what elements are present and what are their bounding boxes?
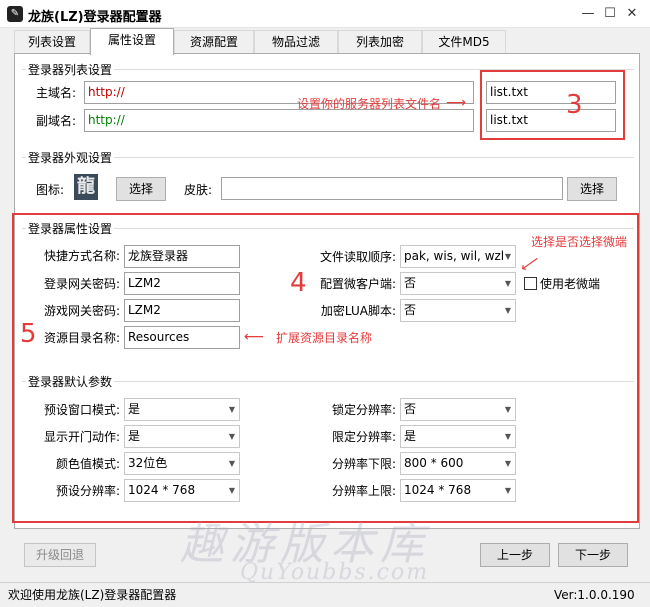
- window-title: 龙族(LZ)登录器配置器: [28, 10, 162, 25]
- annotation-resource-text: 扩展资源目录名称: [276, 331, 373, 345]
- color-mode-label: 颜色值模式:: [55, 457, 120, 471]
- app-logo-icon: ✎: [7, 6, 23, 22]
- resolution-max-value: 1024 * 768: [404, 483, 472, 497]
- door-animation-label: 显示开门动作:: [43, 430, 120, 444]
- resolution-max-label: 分辨率上限:: [331, 484, 396, 498]
- tab-resource-config[interactable]: 资源配置: [174, 30, 254, 54]
- resolution-min-value: 800 * 600: [404, 456, 464, 470]
- icon-select-button[interactable]: 选择: [116, 177, 166, 201]
- preset-resolution-select[interactable]: 1024 * 768 ▼: [124, 479, 240, 502]
- game-gateway-password-input[interactable]: LZM2: [124, 299, 240, 322]
- login-gateway-password-label: 登录网关密码:: [43, 277, 120, 291]
- resolution-min-label: 分辨率下限:: [331, 457, 396, 471]
- encrypt-lua-value: 否: [404, 303, 417, 317]
- file-read-order-label: 文件读取顺序:: [319, 250, 396, 264]
- chevron-down-icon: ▼: [504, 459, 511, 468]
- use-old-micro-checkbox[interactable]: [524, 277, 537, 290]
- encrypt-lua-label: 加密LUA脚本:: [320, 304, 396, 318]
- previous-step-button[interactable]: 上一步: [480, 543, 550, 567]
- use-old-micro-label: 使用老微端: [540, 277, 601, 291]
- minimize-icon[interactable]: —: [578, 4, 598, 24]
- tab-property-settings[interactable]: 属性设置: [90, 28, 174, 55]
- properties-group: 登录器属性设置: [22, 220, 634, 237]
- chevron-down-icon: ▼: [228, 432, 235, 441]
- next-step-button[interactable]: 下一步: [558, 543, 628, 567]
- micro-client-select[interactable]: 否 ▼: [400, 272, 516, 295]
- micro-client-value: 否: [404, 276, 417, 290]
- defaults-group-title: 登录器默认参数: [26, 373, 115, 390]
- preset-window-mode-value: 是: [128, 402, 141, 416]
- color-mode-select[interactable]: 32位色 ▼: [124, 452, 240, 475]
- resource-directory-input[interactable]: Resources: [124, 326, 240, 349]
- door-animation-value: 是: [128, 429, 141, 443]
- chevron-down-icon: ▼: [228, 486, 235, 495]
- icon-label: 图标:: [36, 183, 65, 197]
- chevron-down-icon: ▼: [504, 432, 511, 441]
- defaults-group: 登录器默认参数: [22, 373, 634, 390]
- shortcut-name-input[interactable]: 龙族登录器: [124, 245, 240, 268]
- chevron-down-icon: ▼: [504, 306, 511, 315]
- tab-list-settings[interactable]: 列表设置: [14, 30, 90, 54]
- annotation-server-list-text: 设置你的服务器列表文件名: [297, 97, 442, 111]
- micro-client-label: 配置微客户端:: [319, 277, 396, 291]
- close-icon[interactable]: ✕: [622, 4, 642, 24]
- door-animation-select[interactable]: 是 ▼: [124, 425, 240, 448]
- main-domain-label: 主域名:: [36, 86, 77, 100]
- preset-resolution-label: 预设分辨率:: [55, 484, 120, 498]
- annotation-number-4: 4: [290, 268, 307, 298]
- maximize-icon[interactable]: ☐: [600, 4, 620, 24]
- chevron-down-icon: ▼: [228, 405, 235, 414]
- skin-select-button[interactable]: 选择: [567, 177, 617, 201]
- status-bar: 欢迎使用龙族(LZ)登录器配置器 Ver:1.0.0.190: [0, 582, 650, 607]
- server-list-group-title: 登录器列表设置: [26, 61, 115, 78]
- annotation-micro-text: 选择是否选择微端: [531, 235, 628, 249]
- resolution-min-select[interactable]: 800 * 600 ▼: [400, 452, 516, 475]
- annotation-box-server-list: [480, 70, 625, 140]
- limit-resolution-label: 限定分辨率:: [331, 430, 396, 444]
- annotation-arrow-left-icon: ⟵: [244, 329, 265, 345]
- chevron-down-icon: ▼: [504, 486, 511, 495]
- shortcut-name-label: 快捷方式名称:: [43, 249, 120, 263]
- version-text: Ver:1.0.0.190: [554, 588, 635, 602]
- appearance-group-title: 登录器外观设置: [26, 149, 115, 166]
- tab-list-encrypt[interactable]: 列表加密: [338, 30, 422, 54]
- lock-resolution-label: 锁定分辨率:: [331, 403, 396, 417]
- lock-resolution-value: 否: [404, 402, 417, 416]
- color-mode-value: 32位色: [128, 456, 168, 470]
- file-read-order-value: pak, wis, wil, wzl: [404, 249, 505, 263]
- annotation-arrow-right-icon: ⟶: [446, 95, 467, 111]
- annotation-number-5: 5: [20, 319, 37, 349]
- chevron-down-icon: ▼: [504, 279, 511, 288]
- tab-item-filter[interactable]: 物品过滤: [254, 30, 338, 54]
- appearance-group: 登录器外观设置: [22, 149, 634, 166]
- dragon-logo-icon: 龍: [74, 174, 98, 200]
- limit-resolution-value: 是: [404, 429, 417, 443]
- title-bar: ✎ 龙族(LZ)登录器配置器 — ☐ ✕: [0, 0, 650, 28]
- chevron-down-icon: ▼: [504, 405, 511, 414]
- chevron-down-icon: ▼: [228, 459, 235, 468]
- skin-label: 皮肤:: [184, 183, 213, 197]
- login-gateway-password-input[interactable]: LZM2: [124, 272, 240, 295]
- annotation-number-3: 3: [566, 90, 583, 120]
- file-read-order-select[interactable]: pak, wis, wil, wzl ▼: [400, 245, 516, 268]
- tab-file-md5[interactable]: 文件MD5: [422, 30, 506, 54]
- resolution-max-select[interactable]: 1024 * 768 ▼: [400, 479, 516, 502]
- preset-window-mode-select[interactable]: 是 ▼: [124, 398, 240, 421]
- sub-domain-label: 副域名:: [36, 114, 77, 128]
- sub-domain-input[interactable]: http://: [84, 109, 474, 132]
- limit-resolution-select[interactable]: 是 ▼: [400, 425, 516, 448]
- preset-resolution-value: 1024 * 768: [128, 483, 196, 497]
- chevron-down-icon: ▼: [504, 252, 511, 261]
- properties-group-title: 登录器属性设置: [26, 220, 115, 237]
- preset-window-mode-label: 预设窗口模式:: [43, 403, 120, 417]
- game-gateway-password-label: 游戏网关密码:: [43, 304, 120, 318]
- encrypt-lua-select[interactable]: 否 ▼: [400, 299, 516, 322]
- status-text: 欢迎使用龙族(LZ)登录器配置器: [8, 588, 177, 602]
- upgrade-rollback-button[interactable]: 升级回退: [24, 543, 96, 567]
- skin-input[interactable]: [221, 177, 563, 200]
- lock-resolution-select[interactable]: 否 ▼: [400, 398, 516, 421]
